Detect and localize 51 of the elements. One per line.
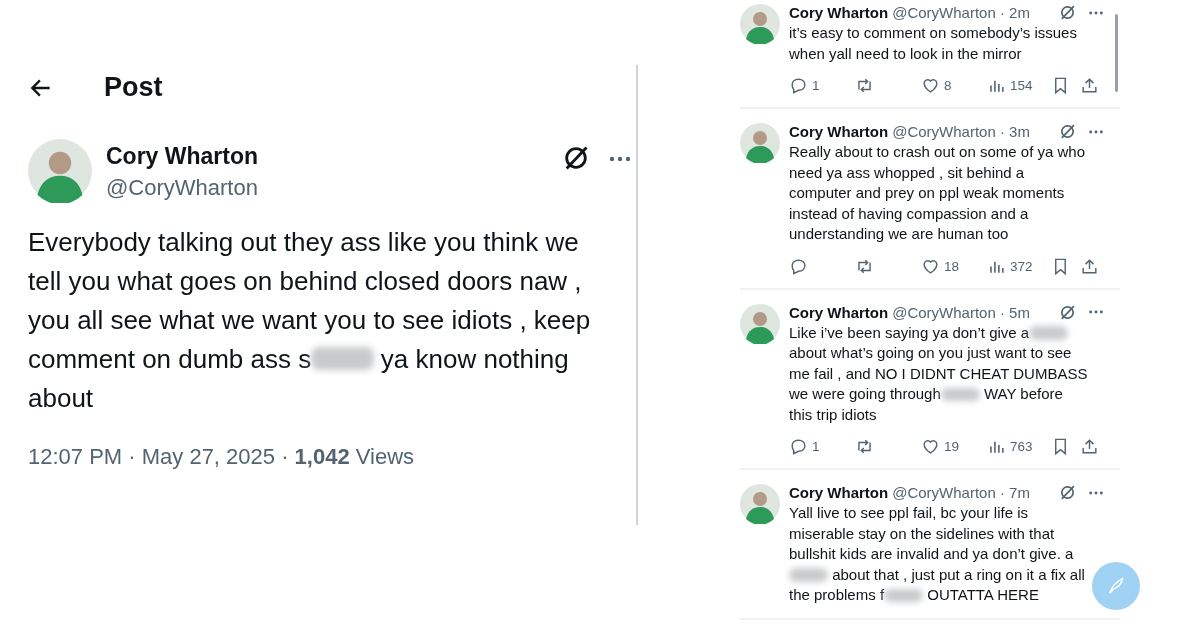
more-icon[interactable] — [1088, 9, 1104, 16]
reply-icon[interactable] — [789, 437, 808, 456]
view-count: 154 — [1010, 78, 1033, 93]
page-title: Post — [104, 72, 163, 103]
more-icon[interactable] — [1088, 128, 1104, 135]
author-handle[interactable]: @CoryWharton — [106, 175, 562, 201]
share-icon[interactable] — [1080, 437, 1099, 456]
heart-icon[interactable] — [921, 76, 940, 95]
slashed-circle-icon[interactable] — [1059, 4, 1076, 21]
scrollbar[interactable] — [1115, 14, 1118, 92]
view-count: 372 — [1010, 258, 1033, 274]
view-count: 763 — [1010, 439, 1033, 454]
like-count: 19 — [944, 439, 960, 454]
reply-text: Yall live to see ppl fail, bc your life is miserable stay on the sidelines with that bullshit kids are invalid and ya don’t give. a about that , just put a ring on it a fix all the problems f OUTATTA HERE — [789, 503, 1086, 605]
author-name[interactable]: Cory Wharton — [106, 143, 562, 170]
author-name[interactable]: Cory Wharton — [789, 4, 889, 21]
share-icon[interactable] — [1080, 76, 1099, 95]
heart-icon[interactable] — [921, 437, 940, 456]
avatar — [28, 139, 92, 203]
repost-icon[interactable] — [855, 76, 874, 95]
repost-icon[interactable] — [855, 437, 874, 456]
slashed-circle-icon[interactable] — [562, 144, 590, 172]
like-count: 18 — [944, 258, 960, 274]
author-name[interactable]: Cory Wharton — [789, 123, 889, 140]
avatar — [740, 484, 780, 524]
slashed-circle-icon[interactable] — [1059, 303, 1076, 321]
like-count: 8 — [944, 78, 952, 93]
reply-text: Like i’ve been saying ya don’t give a about what’s going on you just want to see me fail , and NO I DIDNT CHEAT DUMBASS we were going through WAY before this trip idiots — [789, 322, 1089, 425]
more-icon[interactable] — [608, 155, 632, 163]
slashed-circle-icon[interactable] — [1059, 123, 1076, 140]
handle-and-time: @CoryWharton · 5m — [892, 303, 1031, 321]
reply-text: it’s easy to comment on somebody’s issues when yall need to look in the mirror — [789, 23, 1078, 64]
handle-and-time: @CoryWharton · 7m — [892, 484, 1031, 501]
more-icon[interactable] — [1088, 309, 1104, 315]
avatar — [740, 123, 780, 163]
slashed-circle-icon[interactable] — [1059, 484, 1076, 501]
reply-text: Really about to crash out on some of ya who need ya ass whopped , sit behind a computer and prey on ppl weak moments instead of having compassion and a understanding we are human too — [789, 142, 1086, 244]
more-icon[interactable] — [1088, 489, 1104, 496]
author-name[interactable]: Cory Wharton — [789, 484, 889, 501]
avatar — [740, 4, 780, 44]
share-icon[interactable] — [1080, 256, 1099, 276]
reply-count: 1 — [812, 78, 820, 93]
avatar — [740, 303, 780, 344]
post-timestamp-and-views: 12:07 PM · May 27, 2025 · 1,042 Views — [28, 444, 416, 470]
handle-and-time: @CoryWharton · 2m — [892, 4, 1031, 21]
reply-icon[interactable] — [789, 256, 808, 276]
author-name[interactable]: Cory Wharton — [789, 303, 889, 321]
reply-count: 1 — [812, 439, 820, 454]
reply-icon[interactable] — [789, 76, 808, 95]
handle-and-time: @CoryWharton · 3m — [892, 123, 1031, 140]
post-text: Everybody talking out they ass like you think we tell you what goes on behind closed doors naw , you all see what we want you to see idiots , keep comment on dumb ass s ya know nothing about — [28, 226, 592, 415]
